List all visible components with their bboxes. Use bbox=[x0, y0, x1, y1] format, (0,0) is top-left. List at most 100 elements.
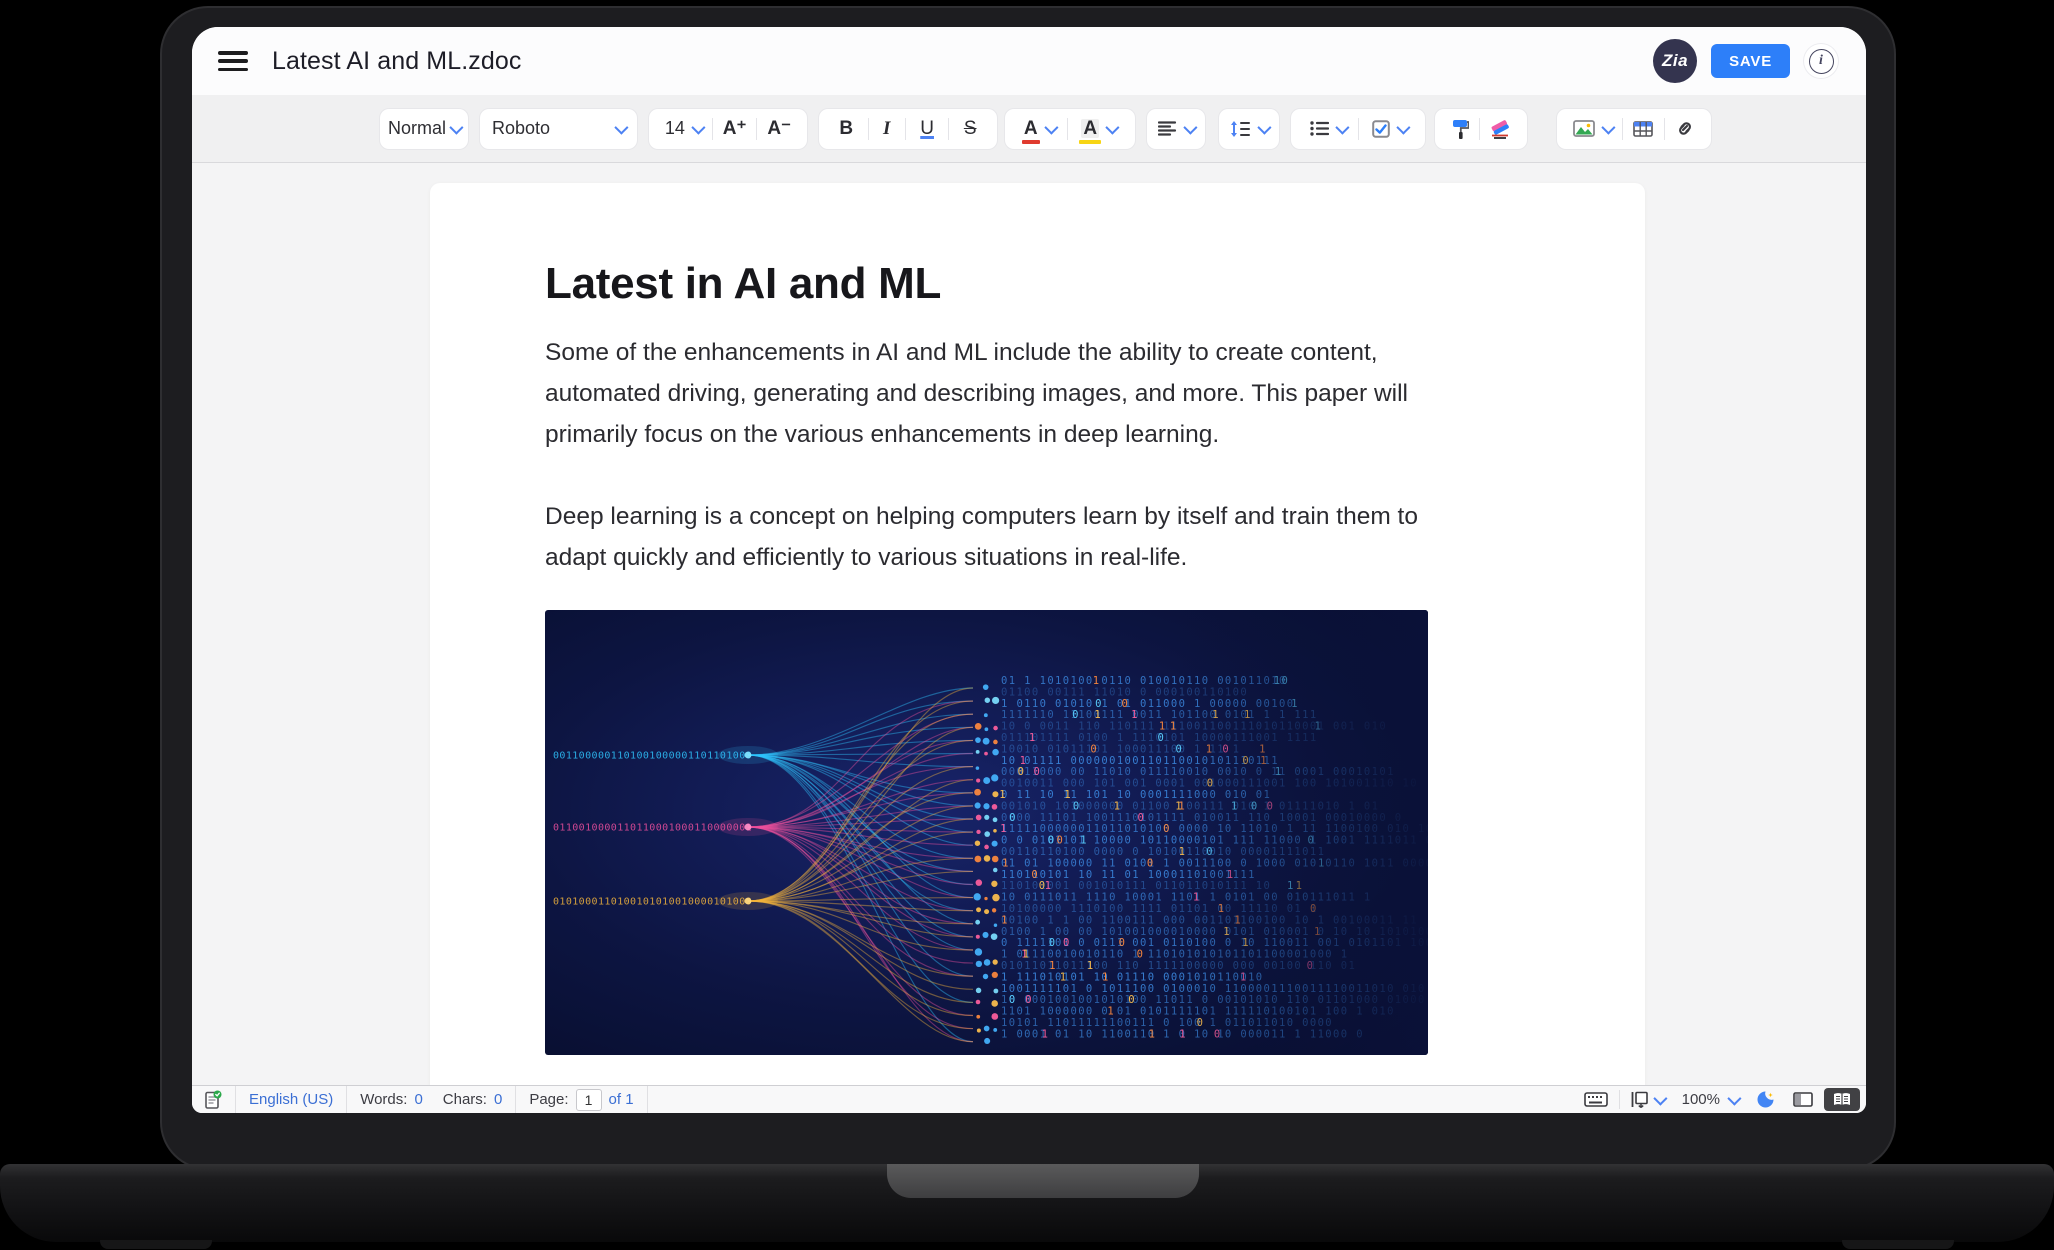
page-navigator: Page: of 1 bbox=[516, 1086, 647, 1113]
word-char-count[interactable]: Words: 0 Chars: 0 bbox=[347, 1086, 516, 1113]
document-title[interactable]: Latest AI and ML.zdoc bbox=[272, 47, 521, 76]
bold-button[interactable]: B bbox=[833, 109, 859, 149]
increase-font-size-button[interactable]: A⁺ bbox=[717, 109, 753, 149]
zia-avatar[interactable]: Zia bbox=[1653, 39, 1697, 83]
svg-text:1: 1 bbox=[1002, 857, 1008, 869]
chevron-down-icon bbox=[1105, 120, 1119, 134]
italic-button[interactable]: I bbox=[877, 109, 896, 149]
insert-table-button[interactable] bbox=[1627, 109, 1659, 149]
svg-text:1: 1 bbox=[1064, 789, 1070, 801]
align-left-icon bbox=[1158, 121, 1177, 136]
svg-text:1: 1 bbox=[1000, 823, 1006, 835]
page-label: Page: bbox=[529, 1091, 568, 1108]
insert-image-icon bbox=[1573, 120, 1595, 137]
format-painter-icon bbox=[1451, 119, 1469, 139]
paragraph-style-dropdown[interactable]: Normal bbox=[380, 109, 468, 149]
decrease-font-size-button[interactable]: A⁻ bbox=[761, 109, 797, 149]
svg-text:0: 0 bbox=[1034, 766, 1040, 778]
language-selector[interactable]: English (US) bbox=[236, 1086, 347, 1113]
svg-text:1: 1 bbox=[1045, 880, 1051, 892]
svg-text:0: 0 bbox=[1128, 994, 1134, 1006]
laptop-foot bbox=[1842, 1240, 1954, 1249]
highlight-color-button[interactable]: A bbox=[1075, 109, 1122, 149]
fit-page-dropdown[interactable] bbox=[1622, 1086, 1673, 1113]
svg-text:1: 1 bbox=[1093, 675, 1099, 687]
font-family-dropdown[interactable]: Roboto bbox=[480, 109, 637, 149]
svg-text:0: 0 bbox=[1121, 698, 1127, 710]
font-color-button[interactable]: A bbox=[1018, 109, 1061, 149]
document-image-neural-network[interactable]: 0011000001101001000001101101000011001000… bbox=[545, 610, 1428, 1055]
svg-text:1: 1 bbox=[1107, 1006, 1113, 1018]
svg-text:0: 0 bbox=[1009, 812, 1015, 824]
svg-text:1: 1 bbox=[1131, 709, 1137, 721]
status-bar: English (US) Words: 0 Chars: 0 Page: of … bbox=[192, 1085, 1866, 1113]
chars-label: Chars: bbox=[443, 1091, 487, 1108]
document-heading[interactable]: Latest in AI and ML bbox=[545, 258, 1545, 310]
paragraph-style-value: Normal bbox=[388, 118, 446, 139]
chevron-down-icon bbox=[614, 120, 628, 134]
document-paragraph[interactable]: Some of the enhancements in AI and ML in… bbox=[545, 332, 1505, 455]
night-mode-toggle[interactable] bbox=[1747, 1086, 1784, 1113]
svg-text:0: 0 bbox=[1073, 800, 1079, 812]
insert-image-button[interactable] bbox=[1567, 109, 1618, 149]
reader-view-toggle[interactable] bbox=[1824, 1088, 1860, 1111]
font-size-dropdown[interactable]: 14 bbox=[659, 109, 708, 149]
svg-text:0: 0 bbox=[1158, 732, 1164, 744]
info-button[interactable]: i bbox=[1804, 44, 1838, 78]
hamburger-menu-icon[interactable] bbox=[218, 51, 248, 71]
laptop-screen: Latest AI and ML.zdoc Zia SAVE i Normal … bbox=[192, 27, 1866, 1113]
checklist-button[interactable] bbox=[1366, 109, 1413, 149]
insert-link-button[interactable] bbox=[1669, 109, 1701, 149]
bullet-list-button[interactable] bbox=[1304, 109, 1352, 149]
strikethrough-button[interactable]: S bbox=[958, 109, 983, 149]
underline-button[interactable]: U bbox=[914, 109, 940, 149]
line-spacing-icon bbox=[1230, 121, 1250, 137]
svg-text:0: 0 bbox=[1009, 994, 1015, 1006]
svg-text:1: 1 bbox=[1149, 1028, 1155, 1040]
chevron-down-icon bbox=[691, 120, 705, 134]
svg-text:0: 0 bbox=[1072, 709, 1078, 721]
svg-text:0: 0 bbox=[1049, 937, 1055, 949]
page-number-input[interactable] bbox=[576, 1089, 602, 1111]
bullet-list-icon bbox=[1310, 121, 1329, 136]
chars-value: 0 bbox=[494, 1091, 502, 1108]
chevron-down-icon bbox=[449, 120, 463, 134]
eraser-icon bbox=[1489, 119, 1511, 139]
svg-text:0: 0 bbox=[1031, 869, 1037, 881]
chevron-down-icon bbox=[1335, 120, 1349, 134]
page-of-value: of 1 bbox=[609, 1091, 634, 1108]
line-spacing-dropdown[interactable] bbox=[1219, 109, 1279, 149]
list-group bbox=[1291, 109, 1425, 149]
font-family-value: Roboto bbox=[492, 118, 550, 139]
format-painter-button[interactable] bbox=[1445, 109, 1475, 149]
chevron-down-icon bbox=[1044, 120, 1058, 134]
layout-panel-toggle[interactable] bbox=[1784, 1086, 1822, 1113]
svg-text:1: 1 bbox=[1102, 971, 1108, 983]
save-button[interactable]: SAVE bbox=[1711, 44, 1790, 78]
document-paragraph[interactable]: Deep learning is a concept on helping co… bbox=[545, 496, 1505, 578]
highlight-color-icon: A bbox=[1081, 119, 1099, 138]
svg-text:1: 1 bbox=[1080, 835, 1086, 847]
svg-text:1: 1 bbox=[1114, 800, 1120, 812]
svg-text:0: 0 bbox=[1147, 857, 1153, 869]
layout-panel-icon bbox=[1793, 1092, 1813, 1107]
font-size-group: 14 A⁺ A⁻ bbox=[649, 109, 807, 149]
svg-text:1: 1 bbox=[1049, 960, 1055, 972]
svg-text:010100011010010101001000010100: 0101000110100101010010000101000 bbox=[553, 896, 752, 907]
chevron-down-icon bbox=[1653, 1091, 1667, 1105]
spellcheck-toggle[interactable] bbox=[192, 1086, 236, 1113]
laptop-lid-notch bbox=[887, 1164, 1199, 1198]
align-dropdown[interactable] bbox=[1147, 109, 1205, 149]
formatting-toolbar: Normal Roboto 14 A⁺ A⁻ B bbox=[192, 95, 1866, 163]
info-icon: i bbox=[1809, 49, 1834, 74]
words-value: 0 bbox=[414, 1091, 422, 1108]
document-page[interactable]: Latest in AI and ML Some of the enhancem… bbox=[430, 183, 1645, 1085]
keyboard-shortcuts-button[interactable] bbox=[1575, 1086, 1617, 1113]
language-value: English (US) bbox=[249, 1091, 333, 1108]
svg-text:1: 1 bbox=[1023, 949, 1029, 961]
font-size-value: 14 bbox=[665, 118, 685, 139]
clear-format-button[interactable] bbox=[1483, 109, 1517, 149]
insert-link-icon bbox=[1675, 120, 1695, 138]
svg-text:0: 0 bbox=[1095, 698, 1101, 710]
zoom-control[interactable]: 100% bbox=[1673, 1086, 1747, 1113]
